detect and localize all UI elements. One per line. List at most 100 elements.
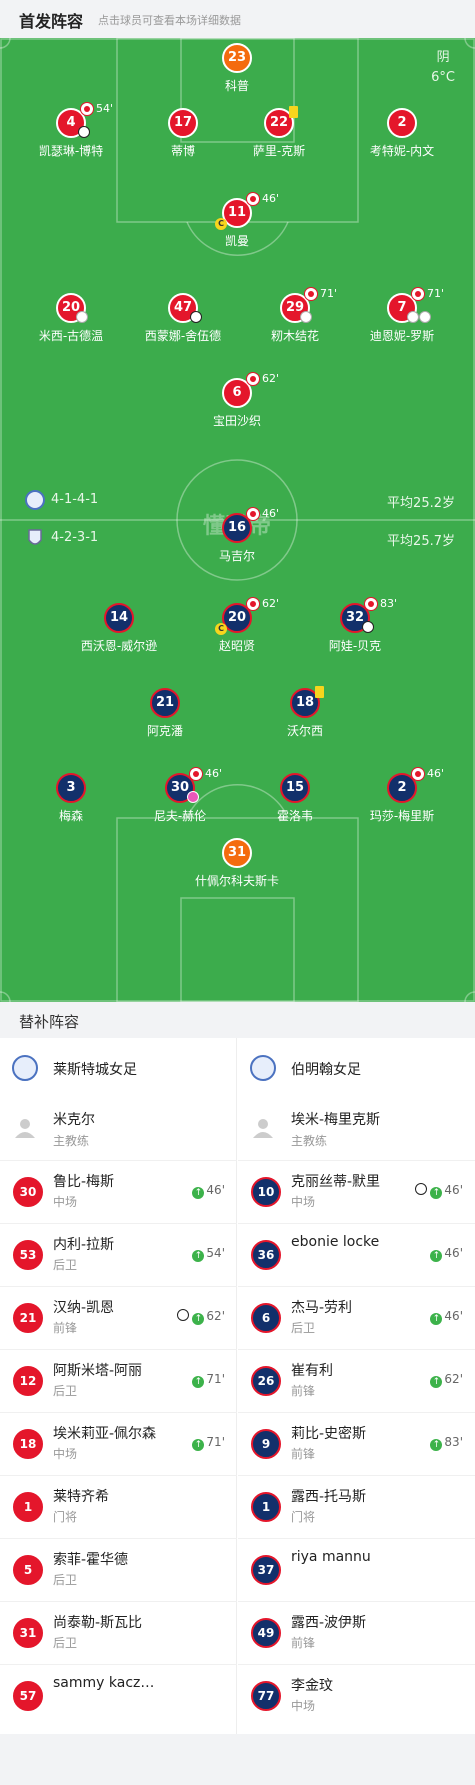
player-marker[interactable]: 23 科普 xyxy=(182,43,292,103)
player-marker[interactable]: 14 西沃恩-威尔逊 xyxy=(64,603,174,663)
sub-on-icon: ↑ xyxy=(430,1439,443,1451)
sub-player-number: 31 xyxy=(13,1618,43,1648)
player-marker[interactable]: 6 宝田沙织 62' xyxy=(182,372,292,438)
left-coach[interactable]: 米克尔 主教练 xyxy=(0,1096,237,1160)
sub-player-number: 57 xyxy=(13,1681,43,1711)
player-marker[interactable]: 17 蒂博 xyxy=(128,108,238,168)
subs-panel: 莱斯特城女足 米克尔 主教练 30 鲁比-梅斯 中场 ↑ 46' 53 内利-拉斯 后卫 ↑ 54… xyxy=(0,1038,475,1734)
sub-time: 83' xyxy=(380,597,398,610)
player-marker[interactable]: 2 考特妮-内文 xyxy=(347,108,457,168)
player-marker[interactable]: 20 赵昭贤 62' C xyxy=(182,597,292,663)
sub-on-icon: ↑ xyxy=(192,1376,205,1388)
sub-player-row[interactable]: 53 内利-拉斯 后卫 ↑ 54' xyxy=(0,1223,237,1286)
player-marker[interactable]: 21 阿克潘 xyxy=(110,688,220,748)
home-team-row: 4-1-4-1 平均25.2岁 xyxy=(25,490,455,511)
sub-player-name: 埃米莉亚-佩尔森 xyxy=(53,1426,157,1442)
sub-time: 46' xyxy=(427,767,445,780)
sub-player-row[interactable]: 30 鲁比-梅斯 中场 ↑ 46' xyxy=(0,1160,237,1223)
leicester-badge-icon xyxy=(25,490,45,510)
sub-player-name: 杰马-劳利 xyxy=(291,1300,353,1316)
player-marker[interactable]: 7 迪恩妮-罗斯 71' xyxy=(347,287,457,353)
player-marker[interactable]: 29 籾木结花 71' xyxy=(240,287,350,353)
player-marker[interactable]: 16 马吉尔 46' xyxy=(182,507,292,573)
sub-player-row[interactable]: 1 露西-托马斯 门将 xyxy=(238,1475,475,1538)
right-coach[interactable]: 埃米-梅里克斯 主教练 xyxy=(238,1096,475,1160)
player-marker[interactable]: 2 玛莎-梅里斯 46' xyxy=(347,767,457,833)
sub-player-position: 后卫 xyxy=(53,1636,78,1650)
player-marker[interactable]: 11 凯曼 46' C xyxy=(182,192,292,258)
sub-player-row[interactable]: 10 克丽丝蒂-默里 中场 ↑ 46' xyxy=(238,1160,475,1223)
sub-player-row[interactable]: 31 尚泰勒-斯瓦比 后卫 xyxy=(0,1601,237,1664)
lineup-header: 首发阵容 点击球员可查看本场详细数据 xyxy=(0,0,475,38)
sub-player-number: 12 xyxy=(13,1366,43,1396)
sub-player-row[interactable]: 77 李金玟 中场 xyxy=(238,1664,475,1727)
sub-player-name: 鲁比-梅斯 xyxy=(53,1174,115,1190)
sub-player-row[interactable]: 37 riya mannu xyxy=(238,1538,475,1601)
goal-ball-icon xyxy=(177,1309,189,1321)
sub-off-icon xyxy=(80,102,94,116)
player-marker[interactable]: 20 米西-古德温 xyxy=(16,293,126,353)
player-marker[interactable]: 22 萨里-克斯 xyxy=(224,106,334,168)
player-name: 凯曼 xyxy=(224,234,249,248)
sub-off-icon xyxy=(304,287,318,301)
weather-temp: 6°C xyxy=(431,70,455,85)
sub-player-row[interactable]: 49 露西-波伊斯 前锋 xyxy=(238,1601,475,1664)
sub-player-row[interactable]: 21 汉纳-凯恩 前锋 ↑ 62' xyxy=(0,1286,237,1349)
sub-on-icon: ↑ xyxy=(430,1250,443,1262)
sub-player-row[interactable]: 1 莱特齐希 门将 xyxy=(0,1475,237,1538)
player-marker[interactable]: 15 霍洛韦 xyxy=(240,773,350,833)
sub-player-row[interactable]: 26 崔有利 前锋 ↑ 62' xyxy=(238,1349,475,1412)
sub-player-position: 门将 xyxy=(291,1510,316,1524)
sub-player-row[interactable]: 9 莉比-史密斯 前锋 ↑ 83' xyxy=(238,1412,475,1475)
player-name: 阿娃-贝克 xyxy=(328,639,382,653)
sub-player-number: 9 xyxy=(251,1429,281,1459)
sub-player-number: 26 xyxy=(251,1366,281,1396)
sub-on-icon: ↑ xyxy=(192,1439,205,1451)
sub-on-time: ↑ 62' xyxy=(192,1309,225,1325)
sub-on-time: ↑ 83' xyxy=(430,1435,463,1451)
sub-on-minute: 62' xyxy=(206,1309,225,1323)
sub-on-icon: ↑ xyxy=(430,1376,443,1388)
sub-player-row[interactable]: 12 阿斯米塔-阿丽 后卫 ↑ 71' xyxy=(0,1349,237,1412)
sub-time: 71' xyxy=(427,287,445,300)
player-name: 科普 xyxy=(224,79,249,93)
sub-player-number: 1 xyxy=(13,1492,43,1522)
player-marker[interactable]: 18 沃尔西 xyxy=(250,686,360,748)
player-marker[interactable]: 4 凯瑟琳-博特 54' xyxy=(16,102,126,168)
sub-player-number: 6 xyxy=(251,1303,281,1333)
player-marker[interactable]: 30 尼夫-赫伦 46' xyxy=(125,767,235,833)
sub-on-minute: 62' xyxy=(444,1372,463,1386)
left-coach-role: 主教练 xyxy=(53,1134,90,1148)
sub-player-row[interactable]: 5 索菲-霍华德 后卫 xyxy=(0,1538,237,1601)
pitch: 阴 6°C 懂球帝 4-1-4-1 平均25.2岁 4-2-3-1 平均25.7… xyxy=(0,38,475,1002)
player-marker[interactable]: 31 什佩尔科夫斯卡 xyxy=(182,838,292,898)
left-coach-name: 米克尔 xyxy=(53,1112,95,1128)
sub-player-name: ebonie locke xyxy=(291,1234,380,1250)
sub-player-name: 尚泰勒-斯瓦比 xyxy=(53,1615,143,1631)
player-marker[interactable]: 47 西蒙娜-舍伍德 xyxy=(128,293,238,353)
sub-on-minute: 46' xyxy=(444,1309,463,1323)
left-team-head[interactable]: 莱斯特城女足 xyxy=(0,1038,237,1096)
sub-player-number: 1 xyxy=(251,1492,281,1522)
sub-on-time: ↑ 54' xyxy=(192,1246,225,1262)
sub-player-position: 后卫 xyxy=(291,1321,316,1335)
leicester-crest-icon xyxy=(12,1055,38,1081)
player-number: 15 xyxy=(280,773,310,803)
sub-player-position: 中场 xyxy=(53,1447,78,1461)
sub-player-number: 49 xyxy=(251,1618,281,1648)
sub-player-row[interactable]: 36 ebonie locke ↑ 46' xyxy=(238,1223,475,1286)
right-coach-role: 主教练 xyxy=(291,1134,328,1148)
sub-off-icon xyxy=(246,507,260,521)
sub-player-name: 崔有利 xyxy=(291,1363,333,1379)
sub-player-row[interactable]: 6 杰马-劳利 后卫 ↑ 46' xyxy=(238,1286,475,1349)
player-marker[interactable]: 3 梅森 xyxy=(16,773,126,833)
sub-player-row[interactable]: 57 sammy kaczmarek xyxy=(0,1664,237,1727)
player-name: 玛莎-梅里斯 xyxy=(369,809,435,823)
subs-header: 替补阵容 xyxy=(0,1002,475,1038)
player-marker[interactable]: 32 阿娃-贝克 83' xyxy=(300,597,410,663)
sub-player-name: sammy kaczmarek xyxy=(53,1675,163,1691)
sub-player-row[interactable]: 18 埃米莉亚-佩尔森 中场 ↑ 71' xyxy=(0,1412,237,1475)
right-team-head[interactable]: 伯明翰女足 xyxy=(238,1038,475,1096)
sub-player-position: 前锋 xyxy=(53,1321,78,1335)
sub-player-number: 53 xyxy=(13,1240,43,1270)
